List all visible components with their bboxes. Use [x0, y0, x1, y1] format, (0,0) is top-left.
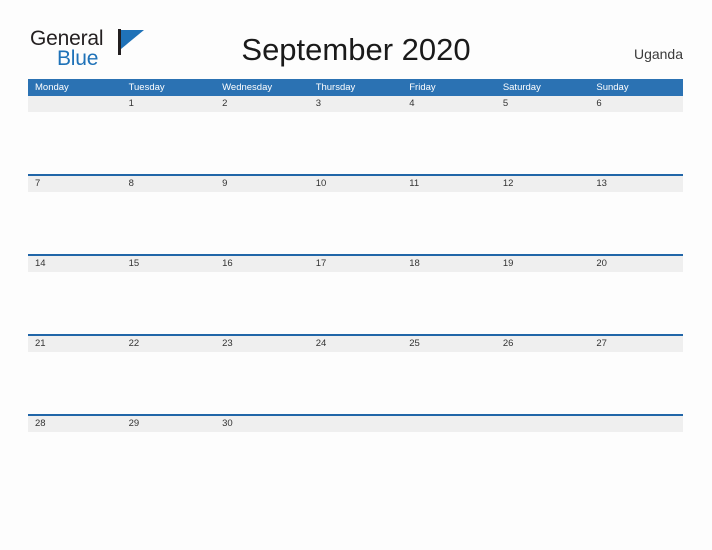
- week-date-band: 7 8 9 10 11 12 13: [28, 176, 683, 192]
- day-note-area[interactable]: [589, 192, 683, 254]
- day-cell-number[interactable]: 12: [496, 176, 590, 192]
- day-note-area[interactable]: [496, 192, 590, 254]
- calendar-page: General Blue September 2020 Uganda Monda…: [0, 0, 712, 550]
- day-note-area[interactable]: [496, 112, 590, 174]
- day-cell-number[interactable]: 19: [496, 256, 590, 272]
- day-cell-number[interactable]: [496, 416, 590, 432]
- day-note-area[interactable]: [402, 272, 496, 334]
- day-note-area[interactable]: [28, 352, 122, 414]
- day-header-tuesday: Tuesday: [128, 82, 165, 93]
- day-header-friday: Friday: [409, 82, 436, 93]
- week-date-band: 1 2 3 4 5 6: [28, 96, 683, 112]
- day-cell-number[interactable]: 2: [215, 96, 309, 112]
- week-note-band: [28, 352, 683, 414]
- week-note-band: [28, 112, 683, 174]
- day-header-wednesday: Wednesday: [222, 82, 273, 93]
- day-header-sunday: Sunday: [596, 82, 629, 93]
- day-note-area[interactable]: [496, 432, 590, 494]
- day-cell-number[interactable]: 4: [402, 96, 496, 112]
- day-note-area[interactable]: [215, 192, 309, 254]
- day-cell-number[interactable]: [309, 416, 403, 432]
- week-note-band: [28, 192, 683, 254]
- day-note-area[interactable]: [496, 352, 590, 414]
- week-date-band: 14 15 16 17 18 19 20: [28, 256, 683, 272]
- day-cell-number[interactable]: 9: [215, 176, 309, 192]
- day-cell-number[interactable]: 15: [122, 256, 216, 272]
- day-cell-number[interactable]: 26: [496, 336, 590, 352]
- day-cell-number[interactable]: 17: [309, 256, 403, 272]
- day-cell-number[interactable]: 20: [589, 256, 683, 272]
- week-row: 1 2 3 4 5 6: [28, 96, 683, 174]
- week-row: 21 22 23 24 25 26 27: [28, 334, 683, 414]
- page-title: September 2020: [241, 32, 471, 67]
- day-cell-number[interactable]: 18: [402, 256, 496, 272]
- day-cell-number[interactable]: 5: [496, 96, 590, 112]
- day-note-area[interactable]: [28, 112, 122, 174]
- day-note-area[interactable]: [122, 352, 216, 414]
- day-note-area[interactable]: [28, 192, 122, 254]
- day-note-area[interactable]: [122, 272, 216, 334]
- day-note-area[interactable]: [309, 432, 403, 494]
- page-header: General Blue September 2020 Uganda: [0, 0, 712, 76]
- day-note-area[interactable]: [122, 432, 216, 494]
- day-note-area[interactable]: [589, 352, 683, 414]
- day-cell-number[interactable]: [589, 416, 683, 432]
- country-label: Uganda: [633, 46, 683, 62]
- day-cell-number[interactable]: 25: [402, 336, 496, 352]
- day-note-area[interactable]: [215, 352, 309, 414]
- day-note-area[interactable]: [309, 112, 403, 174]
- day-note-area[interactable]: [402, 112, 496, 174]
- day-note-area[interactable]: [309, 272, 403, 334]
- day-cell-number[interactable]: 29: [122, 416, 216, 432]
- day-cell-number[interactable]: 16: [215, 256, 309, 272]
- day-note-area[interactable]: [309, 352, 403, 414]
- day-cell-number[interactable]: 10: [309, 176, 403, 192]
- day-cell-number[interactable]: [28, 96, 122, 112]
- day-note-area[interactable]: [402, 192, 496, 254]
- day-note-area[interactable]: [589, 432, 683, 494]
- day-cell-number[interactable]: 7: [28, 176, 122, 192]
- day-cell-number[interactable]: 27: [589, 336, 683, 352]
- day-cell-number[interactable]: 11: [402, 176, 496, 192]
- day-cell-number[interactable]: 8: [122, 176, 216, 192]
- day-note-area[interactable]: [122, 192, 216, 254]
- day-note-area[interactable]: [402, 352, 496, 414]
- week-date-band: 21 22 23 24 25 26 27: [28, 336, 683, 352]
- week-date-band: 28 29 30: [28, 416, 683, 432]
- day-header-monday: Monday: [35, 82, 69, 93]
- day-cell-number[interactable]: 1: [122, 96, 216, 112]
- week-row: 7 8 9 10 11 12 13: [28, 174, 683, 254]
- day-cell-number[interactable]: 3: [309, 96, 403, 112]
- week-row: 28 29 30: [28, 414, 683, 458]
- day-header-saturday: Saturday: [502, 82, 541, 93]
- week-note-band: [28, 272, 683, 334]
- week-row: 14 15 16 17 18 19 20: [28, 254, 683, 334]
- day-note-area[interactable]: [28, 272, 122, 334]
- day-cell-number[interactable]: 13: [589, 176, 683, 192]
- day-note-area[interactable]: [496, 272, 590, 334]
- day-note-area[interactable]: [589, 272, 683, 334]
- day-note-area[interactable]: [309, 192, 403, 254]
- day-note-area[interactable]: [215, 272, 309, 334]
- day-cell-number[interactable]: 28: [28, 416, 122, 432]
- day-note-area[interactable]: [215, 432, 309, 494]
- day-note-area[interactable]: [28, 432, 122, 494]
- day-header-thursday: Thursday: [315, 82, 356, 93]
- day-note-area[interactable]: [122, 112, 216, 174]
- day-cell-number[interactable]: 21: [28, 336, 122, 352]
- week-note-band: [28, 432, 683, 458]
- day-cell-number[interactable]: 22: [122, 336, 216, 352]
- day-cell-number[interactable]: 6: [589, 96, 683, 112]
- day-note-area[interactable]: [402, 432, 496, 494]
- day-cell-number[interactable]: 24: [309, 336, 403, 352]
- day-cell-number[interactable]: 14: [28, 256, 122, 272]
- day-cell-number[interactable]: 23: [215, 336, 309, 352]
- day-note-area[interactable]: [589, 112, 683, 174]
- day-note-area[interactable]: [215, 112, 309, 174]
- day-cell-number[interactable]: [402, 416, 496, 432]
- calendar-grid: Monday Tuesday Wednesday Thursday Friday…: [28, 79, 683, 458]
- day-of-week-header-row: Monday Tuesday Wednesday Thursday Friday…: [28, 79, 683, 96]
- day-cell-number[interactable]: 30: [215, 416, 309, 432]
